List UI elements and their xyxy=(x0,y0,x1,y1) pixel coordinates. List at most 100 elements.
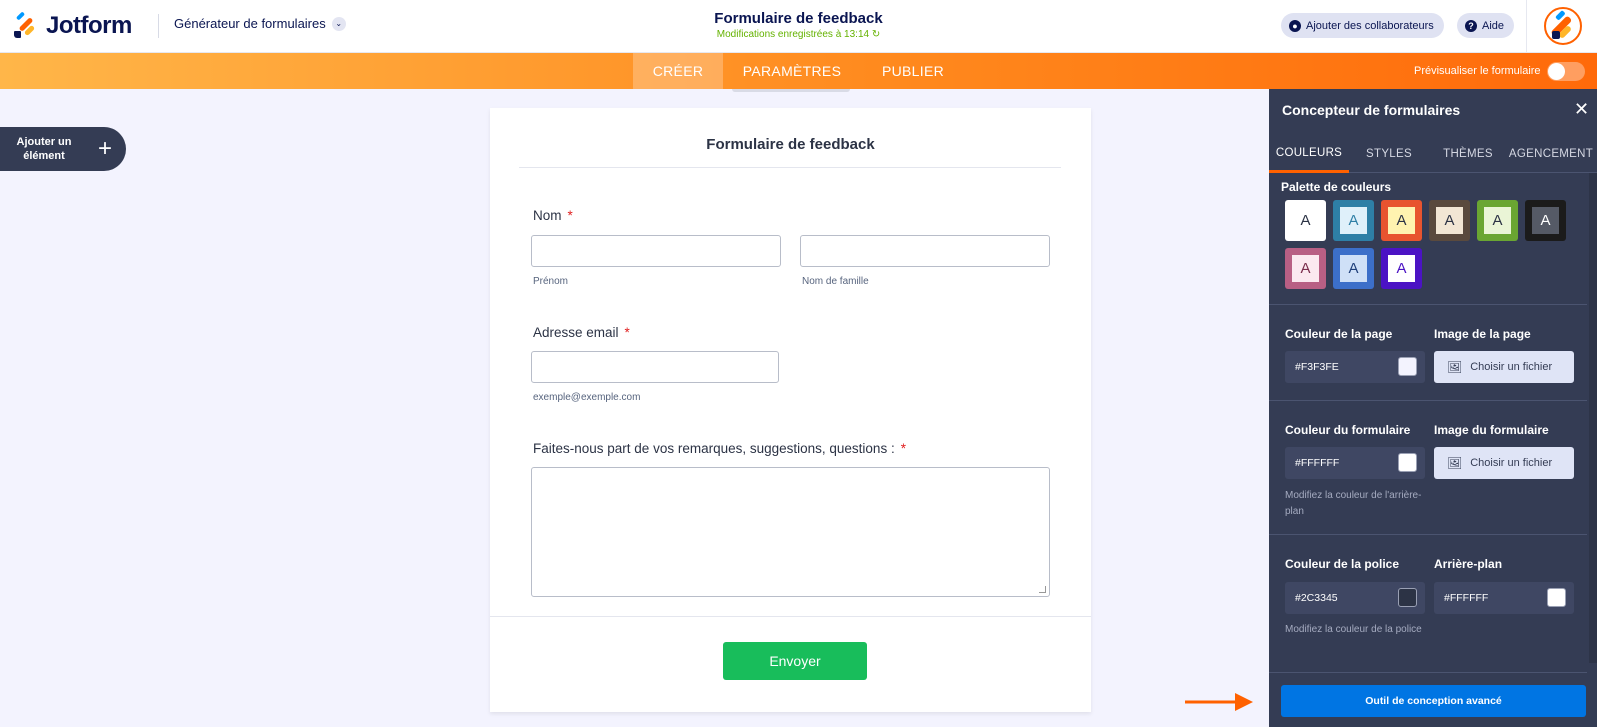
image-upload-icon: 🖼 xyxy=(1447,360,1463,374)
arrow-right-icon xyxy=(1185,693,1253,711)
add-element-button[interactable]: Ajouter un élément + xyxy=(0,127,126,171)
first-name-sublabel: Prénom xyxy=(533,276,569,287)
palette-swatch-preview: A xyxy=(1388,255,1415,282)
advanced-designer-button[interactable]: Outil de conception avancé xyxy=(1281,685,1586,717)
palette-swatch-preview: A xyxy=(1340,255,1367,282)
choose-file-label: Choisir un fichier xyxy=(1470,457,1553,469)
page-color-swatch[interactable] xyxy=(1398,357,1417,376)
background-color-field[interactable]: #FFFFFF xyxy=(1434,582,1574,614)
palette-swatch[interactable]: A xyxy=(1333,248,1374,289)
advanced-designer-label: Outil de conception avancé xyxy=(1365,695,1502,707)
palette-swatch[interactable]: A xyxy=(1477,200,1518,241)
page-image-title: Image de la page xyxy=(1434,327,1531,341)
palette-swatch-preview: A xyxy=(1292,255,1319,282)
designer-title: Concepteur de formulaires xyxy=(1282,102,1461,118)
required-mark: * xyxy=(624,325,630,340)
brand-name: Jotform xyxy=(46,12,132,39)
preview-label: Prévisualiser le formulaire xyxy=(1414,65,1541,77)
page-color-field[interactable]: #F3F3FE xyxy=(1285,351,1425,383)
palette-swatch[interactable]: A xyxy=(1285,200,1326,241)
panel-scrollbar[interactable] xyxy=(1589,173,1597,663)
palette-swatch[interactable]: A xyxy=(1333,200,1374,241)
section-divider xyxy=(1269,672,1587,673)
comments-field-label: Faites-nous part de vos remarques, sugge… xyxy=(533,441,906,456)
avatar-logo-icon xyxy=(1551,10,1572,39)
submit-button[interactable]: Envoyer xyxy=(723,642,867,680)
image-upload-icon: 🖼 xyxy=(1447,456,1463,470)
palette-swatch[interactable]: A xyxy=(1285,248,1326,289)
palette-swatch-preview: A xyxy=(1388,207,1415,234)
tab-settings[interactable]: PARAMÈTRES xyxy=(729,53,855,89)
form-color-swatch[interactable] xyxy=(1398,453,1417,472)
palette-swatch-preview: A xyxy=(1532,207,1559,234)
footer-divider xyxy=(490,616,1091,617)
builder-menu-dropdown[interactable]: Générateur de formulaires ⌄ xyxy=(174,16,346,31)
avatar-divider xyxy=(1526,0,1527,53)
jotform-logo-icon xyxy=(14,11,38,38)
section-divider xyxy=(1269,304,1587,305)
help-icon: ? xyxy=(1465,19,1477,32)
tab-layout[interactable]: AGENCEMENT xyxy=(1507,135,1595,173)
preview-toggle[interactable] xyxy=(1547,62,1585,81)
last-name-input[interactable] xyxy=(800,235,1050,267)
tab-publish-label: PUBLIER xyxy=(881,63,944,79)
tab-create[interactable]: CRÉER xyxy=(633,53,723,89)
palette-swatch-preview: A xyxy=(1484,207,1511,234)
form-color-hint: Modifiez la couleur de l'arrière-plan xyxy=(1285,490,1422,517)
designer-tabs: COULEURS STYLES THÈMES AGENCEMENT xyxy=(1269,135,1597,173)
email-input[interactable] xyxy=(531,351,779,383)
builder-menu-label: Générateur de formulaires xyxy=(174,16,326,31)
tab-styles[interactable]: STYLES xyxy=(1349,135,1429,173)
required-mark: * xyxy=(567,208,573,223)
add-collaborators-button[interactable]: ● Ajouter des collaborateurs xyxy=(1281,13,1444,38)
tab-colors-label: COULEURS xyxy=(1275,146,1343,159)
first-name-input[interactable] xyxy=(531,235,781,267)
close-icon[interactable]: ✕ xyxy=(1574,99,1589,120)
chevron-down-icon: ⌄ xyxy=(331,16,346,31)
section-divider xyxy=(1269,534,1587,535)
palette-swatch[interactable]: A xyxy=(1525,200,1566,241)
user-avatar[interactable] xyxy=(1544,7,1582,45)
plus-icon: + xyxy=(98,135,113,162)
comments-label-text: Faites-nous part de vos remarques, sugge… xyxy=(533,441,895,456)
section-divider xyxy=(1269,400,1587,401)
header-divider xyxy=(158,14,159,38)
last-name-sublabel: Nom de famille xyxy=(802,276,869,287)
builder-nav: CRÉER PARAMÈTRES PUBLIER Prévisualiser l… xyxy=(0,53,1597,89)
tab-themes[interactable]: THÈMES xyxy=(1429,135,1507,173)
page-image-button[interactable]: 🖼 Choisir un fichier xyxy=(1434,351,1574,383)
email-label-text: Adresse email xyxy=(533,325,619,340)
resize-handle-icon[interactable] xyxy=(1039,586,1046,593)
page-color-value: #F3F3FE xyxy=(1295,361,1339,373)
palette-swatch[interactable]: A xyxy=(1381,248,1422,289)
tab-publish[interactable]: PUBLIER xyxy=(866,53,960,89)
choose-file-label: Choisir un fichier xyxy=(1470,361,1553,373)
email-sublabel: exemple@exemple.com xyxy=(533,392,641,403)
user-icon: ● xyxy=(1289,19,1301,32)
font-color-swatch[interactable] xyxy=(1398,588,1417,607)
email-field-label: Adresse email * xyxy=(533,325,630,340)
add-element-label: Ajouter un élément xyxy=(16,136,72,162)
jotform-logo[interactable]: Jotform xyxy=(14,11,132,40)
form-image-button[interactable]: 🖼 Choisir un fichier xyxy=(1434,447,1574,479)
palette-title: Palette de couleurs xyxy=(1281,180,1392,194)
add-collaborators-label: Ajouter des collaborateurs xyxy=(1306,19,1434,32)
palette-swatch[interactable]: A xyxy=(1429,200,1470,241)
submit-label: Envoyer xyxy=(769,653,821,669)
palette-swatch[interactable]: A xyxy=(1381,200,1422,241)
palette-swatch-preview: A xyxy=(1340,207,1367,234)
font-color-field[interactable]: #2C3345 xyxy=(1285,582,1425,614)
tab-colors[interactable]: COULEURS xyxy=(1269,135,1349,173)
name-field-label: Nom * xyxy=(533,208,573,223)
comments-textarea[interactable] xyxy=(531,467,1050,597)
tab-indicator xyxy=(732,89,850,92)
help-button[interactable]: ? Aide xyxy=(1457,13,1515,38)
required-mark: * xyxy=(900,441,906,456)
form-designer-panel: Concepteur de formulaires ✕ COULEURS STY… xyxy=(1269,89,1597,727)
form-image-title: Image du formulaire xyxy=(1434,423,1549,437)
form-color-field[interactable]: #FFFFFF xyxy=(1285,447,1425,479)
font-color-title: Couleur de la police xyxy=(1285,557,1400,571)
top-header: Jotform Générateur de formulaires ⌄ Form… xyxy=(0,0,1597,53)
help-label: Aide xyxy=(1482,19,1505,32)
background-color-swatch[interactable] xyxy=(1547,588,1566,607)
